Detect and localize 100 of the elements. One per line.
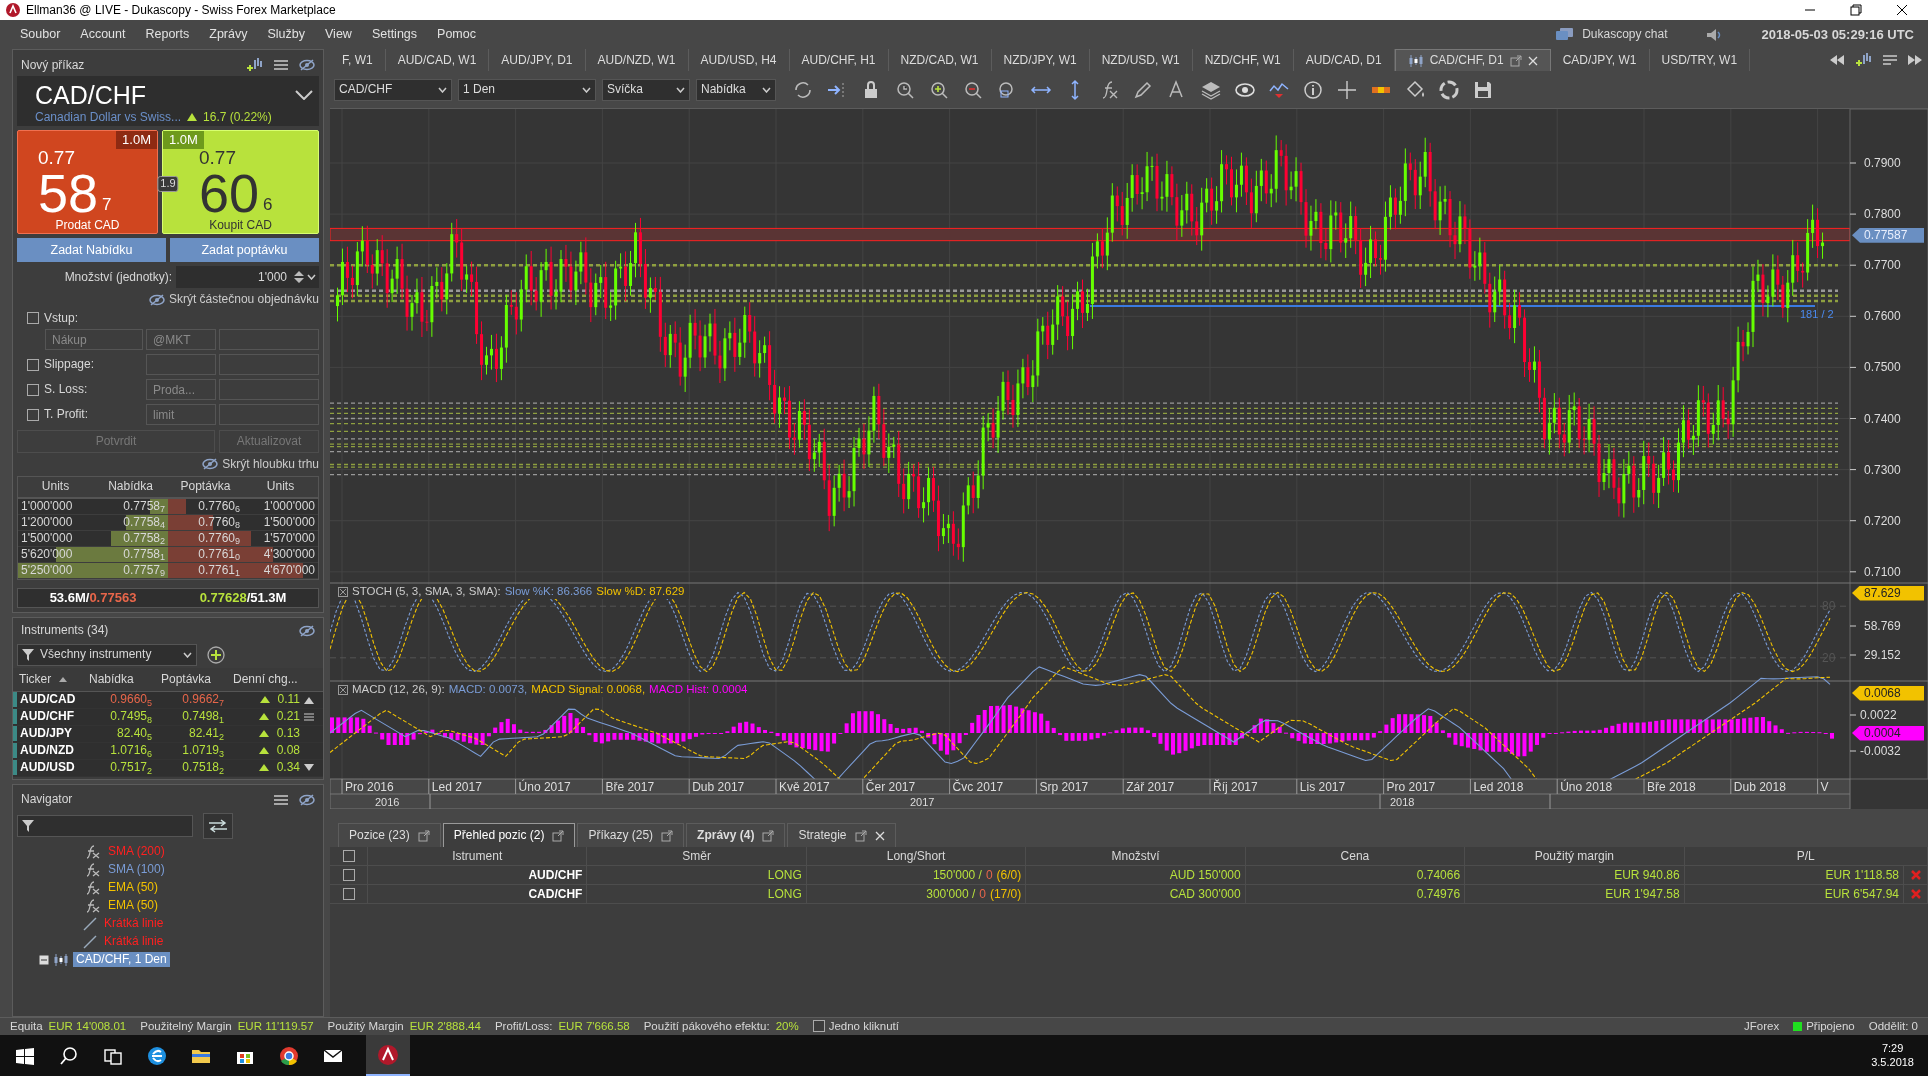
dropdown[interactable]: CAD/CHF <box>334 78 452 101</box>
close-box-icon[interactable] <box>338 684 348 695</box>
checkbox[interactable] <box>27 358 39 371</box>
menu-icon[interactable] <box>273 60 289 70</box>
caret-icon <box>676 86 685 93</box>
scroll-down-icon[interactable] <box>303 762 315 773</box>
table-cell: CAD 300'000 <box>1026 885 1246 904</box>
add-chart-icon[interactable] <box>245 57 263 73</box>
column-header: Units <box>40 479 71 494</box>
chrome-icon[interactable] <box>278 1044 300 1067</box>
sell-quote-button[interactable]: 1.0M 0.77 58 7 Prodat CAD <box>17 130 158 235</box>
add-chart-icon[interactable] <box>1854 52 1872 68</box>
dropdown[interactable]: 1 Den <box>458 78 596 101</box>
axis-label: Bře 2018 <box>1647 780 1696 794</box>
menu-item[interactable]: Account <box>70 27 136 42</box>
checkbox[interactable] <box>342 888 355 900</box>
table-cell-text: 0.7760$_{9}$ <box>197 530 241 546</box>
add-icon[interactable] <box>207 645 225 664</box>
popout-icon[interactable] <box>1509 54 1522 67</box>
tab-list-icon[interactable] <box>1882 54 1898 66</box>
column-header[interactable]: Poptávka <box>155 671 227 687</box>
swap-button[interactable] <box>203 812 233 839</box>
table-cell-text: 0.7518$_{2}$ <box>181 760 225 775</box>
search-field[interactable] <box>17 814 193 837</box>
chart-tab[interactable]: CAD/CHF, D1 <box>1394 49 1551 71</box>
indicator-value: Slow %D: 87.629 <box>596 585 685 599</box>
table-cell: AUD/CHF <box>368 866 588 885</box>
hide-icon[interactable] <box>202 458 219 471</box>
info-icon[interactable] <box>1302 78 1324 101</box>
column-header[interactable]: Denní chg... <box>227 671 303 687</box>
popout-icon[interactable] <box>661 829 674 842</box>
filter-dropdown[interactable]: Všechny instrumenty <box>17 643 197 666</box>
scroll-right-icon[interactable] <box>1908 55 1922 65</box>
table-cell-text: 4'300'000 <box>262 546 316 562</box>
dropdown[interactable]: Svíčka <box>602 78 690 101</box>
caret-icon <box>762 86 771 93</box>
close-box-icon[interactable] <box>338 586 348 597</box>
checkbox[interactable] <box>27 311 39 324</box>
table-cell: EUR 6'547.94 <box>1684 885 1904 904</box>
popout-icon[interactable] <box>417 829 430 842</box>
axis-label: Čer 2017 <box>865 780 916 794</box>
menu-item[interactable]: Reports <box>135 27 200 42</box>
crosshair-icon[interactable] <box>1336 78 1358 101</box>
table-cell-text: 1.0716$_{6}$ <box>109 743 153 758</box>
table-cell-text: 1'000'000 <box>262 498 316 514</box>
hide-icon[interactable] <box>299 793 315 806</box>
popout-icon[interactable] <box>552 829 565 842</box>
hide-icon[interactable] <box>148 293 165 306</box>
tab[interactable]: Přehled pozic (2) <box>442 823 576 847</box>
table-cell-text: 0.9662$_{7}$ <box>181 692 225 707</box>
menu-item[interactable]: Pomoc <box>427 27 486 42</box>
table-cell-text: 0.7761$_{1}$ <box>197 562 241 578</box>
column-header[interactable]: Ticker <box>13 671 83 687</box>
hide-icon[interactable] <box>299 624 315 637</box>
menu-item[interactable]: Zprávy <box>199 27 258 42</box>
tab[interactable]: Příkazy (25) <box>577 823 685 847</box>
hide-partial-link[interactable]: Skrýt částečnou objednávku <box>168 292 319 307</box>
menu-item[interactable]: Služby <box>257 27 315 42</box>
menu-item[interactable]: Settings <box>361 27 428 42</box>
indicator-title: MACD (12, 26, 9): <box>352 683 445 697</box>
table-cell-text: 0.7517$_{2}$ <box>109 760 153 775</box>
hide-icon[interactable] <box>299 59 315 71</box>
chat-icon[interactable] <box>1556 27 1575 42</box>
template-icon[interactable] <box>1438 78 1460 101</box>
ticker-cell[interactable]: AUD/USD <box>13 760 83 775</box>
popout-icon[interactable] <box>762 829 775 842</box>
popout-icon[interactable] <box>854 829 867 842</box>
maximize-icon[interactable] <box>1850 4 1862 16</box>
tab[interactable]: Strategie <box>787 823 896 847</box>
checkbox[interactable] <box>342 850 355 862</box>
checkbox[interactable] <box>812 1020 825 1033</box>
checkbox[interactable] <box>27 383 39 396</box>
search-icon[interactable] <box>58 1044 80 1067</box>
scroll-left-icon[interactable] <box>1830 55 1844 65</box>
menu-icon[interactable] <box>273 794 289 805</box>
spinner-icon[interactable] <box>294 270 304 285</box>
browser-icon[interactable] <box>146 1044 168 1067</box>
tab[interactable]: Pozice (23) <box>338 823 441 847</box>
amount-field[interactable]: 1'000 <box>176 266 319 289</box>
tree-item[interactable]: SMA (100) <box>105 862 168 877</box>
column-header: Long/Short <box>806 847 1027 866</box>
dropdown[interactable]: Nabídka <box>696 78 776 101</box>
collapse-icon[interactable] <box>39 954 49 965</box>
instrument-selector[interactable]: CAD/CHF Canadian Dollar vs Swiss... 16.7 (0.22%) <box>17 76 319 127</box>
column-header[interactable]: Nabídka <box>83 671 155 687</box>
tree-item[interactable]: EMA (50) <box>105 898 161 913</box>
close-icon[interactable] <box>1896 4 1908 16</box>
checkbox[interactable] <box>27 408 39 421</box>
tree-item[interactable]: EMA (50) <box>105 880 161 895</box>
tab[interactable]: Zprávy (4) <box>686 823 786 847</box>
scroll-menu-icon[interactable] <box>303 711 315 722</box>
price-pips: 60 <box>199 169 260 216</box>
table-cell-text: 0.7760$_{6}$ <box>197 498 241 514</box>
taskbar-app-button[interactable] <box>366 1035 410 1076</box>
checkbox[interactable] <box>342 869 355 881</box>
chat-link[interactable]: Dukascopy chat <box>1582 27 1668 42</box>
menu-item[interactable]: View <box>315 27 362 42</box>
hide-depth-link[interactable]: Skrýt hloubku trhu <box>222 457 319 472</box>
menu-item[interactable]: Soubor <box>10 27 71 42</box>
chevron-down-icon[interactable] <box>295 90 313 100</box>
